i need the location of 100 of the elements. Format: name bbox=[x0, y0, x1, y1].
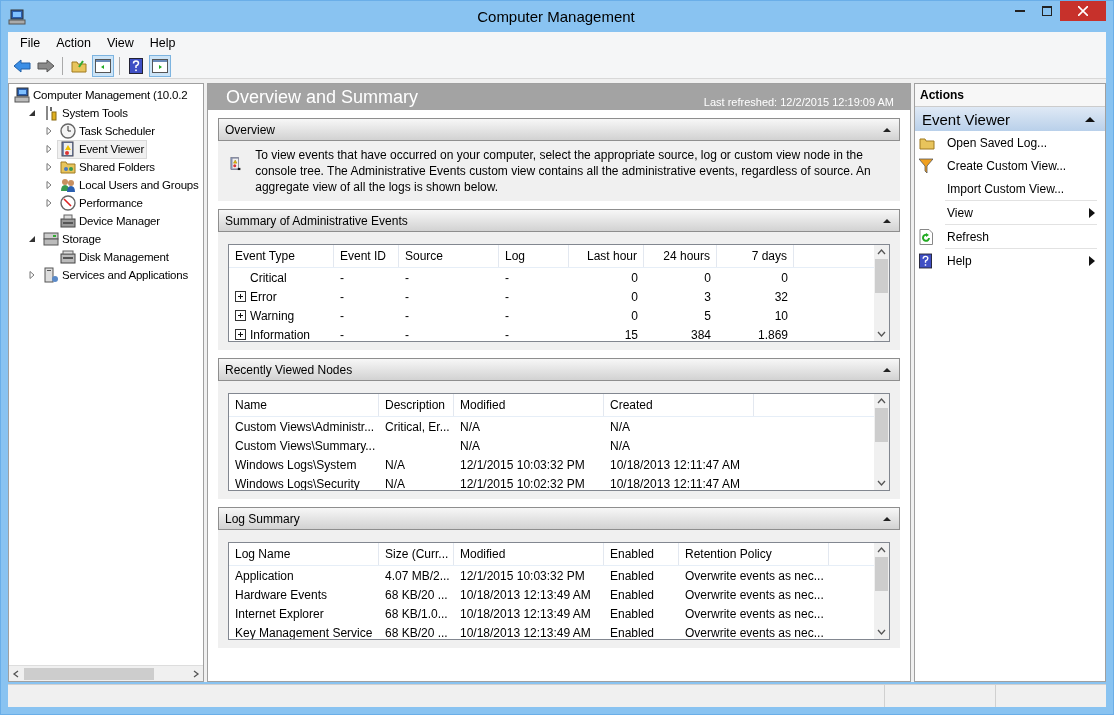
tree-item-label: Computer Management (10.0.2 bbox=[33, 89, 188, 101]
drive-icon bbox=[43, 231, 59, 247]
folder-icon bbox=[71, 58, 87, 73]
expand-plus-icon[interactable] bbox=[235, 310, 246, 321]
table-cell: 0 bbox=[781, 270, 788, 285]
section-header[interactable]: Log Summary bbox=[218, 507, 900, 530]
column-header[interactable]: Retention Policy bbox=[679, 543, 829, 565]
window-title: Computer Management bbox=[476, 8, 636, 25]
horizontal-scrollbar[interactable] bbox=[9, 665, 203, 681]
menu-item[interactable]: File bbox=[12, 35, 49, 50]
submenu-arrow-icon bbox=[1089, 255, 1095, 266]
column-header[interactable]: Size (Curr... bbox=[379, 543, 454, 565]
submenu-arrow-icon bbox=[1089, 207, 1095, 218]
tree-item[interactable]: Storage bbox=[40, 229, 104, 249]
vertical-scrollbar[interactable] bbox=[874, 394, 889, 490]
scroll-down-icon bbox=[877, 480, 886, 486]
back-arrow-icon bbox=[13, 58, 31, 73]
column-header[interactable]: Enabled bbox=[604, 543, 679, 565]
task-link[interactable]: Refresh bbox=[915, 225, 1105, 248]
last-refreshed-text: Last refreshed: 12/2/2015 12:19:09 AM bbox=[703, 96, 894, 110]
column-header[interactable]: 7 days bbox=[717, 245, 794, 267]
minimize-icon bbox=[1014, 10, 1025, 12]
expand-arrow-icon[interactable] bbox=[45, 199, 53, 207]
table-cell: Application bbox=[235, 568, 294, 583]
section-header[interactable]: Recently Viewed Nodes bbox=[218, 358, 900, 381]
column-header[interactable]: Log Name bbox=[229, 543, 379, 565]
vertical-scrollbar[interactable] bbox=[874, 245, 889, 341]
expand-arrow-icon[interactable] bbox=[45, 181, 53, 189]
tree-item-label: Services and Applications bbox=[62, 269, 189, 281]
action-group-header[interactable]: Event Viewer bbox=[915, 107, 1105, 131]
menu-item[interactable]: Help bbox=[141, 35, 184, 50]
task-link[interactable]: Import Custom View... bbox=[915, 177, 1105, 200]
expand-arrow-icon[interactable] bbox=[45, 127, 53, 135]
table-cell: Information bbox=[250, 327, 311, 341]
section-title: Overview bbox=[225, 122, 275, 137]
table-cell: - bbox=[505, 327, 509, 341]
table-cell: 0 bbox=[631, 270, 638, 285]
expand-arrow-icon[interactable] bbox=[28, 271, 36, 279]
expand-plus-icon[interactable] bbox=[235, 291, 246, 302]
column-header[interactable]: Modified bbox=[454, 543, 604, 565]
tree-item[interactable]: Task Scheduler bbox=[57, 121, 158, 141]
expand-arrow-icon[interactable] bbox=[45, 145, 53, 153]
column-header[interactable]: Event ID bbox=[334, 245, 399, 267]
menu-item[interactable]: View bbox=[98, 35, 142, 50]
table-cell: 10/18/2013 12:11:47 AM bbox=[610, 457, 740, 472]
table-cell: 32 bbox=[774, 289, 788, 304]
table-cell: - bbox=[505, 289, 509, 304]
tree-item[interactable]: Local Users and Groups bbox=[57, 175, 202, 195]
menu-item[interactable]: Action bbox=[48, 35, 99, 50]
show-hide-action-pane-button[interactable] bbox=[149, 54, 171, 77]
section-header[interactable]: Overview bbox=[218, 118, 900, 141]
tree-item[interactable]: System Tools bbox=[40, 103, 131, 123]
filter-icon bbox=[919, 157, 933, 174]
table-cell: Key Management Service bbox=[235, 625, 373, 639]
table-cell: Enabled bbox=[610, 568, 655, 583]
task-link[interactable]: Create Custom View... bbox=[915, 154, 1105, 177]
scroll-down-icon bbox=[877, 629, 886, 635]
vertical-scrollbar[interactable] bbox=[874, 543, 889, 639]
task-link[interactable]: Help bbox=[915, 249, 1105, 272]
tree-item[interactable]: Shared Folders bbox=[57, 157, 158, 177]
column-header[interactable]: 24 hours bbox=[644, 245, 717, 267]
column-header[interactable]: Last hour bbox=[569, 245, 644, 267]
column-header[interactable]: Modified bbox=[454, 394, 604, 416]
collapse-arrow-icon[interactable] bbox=[28, 235, 36, 243]
table-cell: 68 KB/20 ... bbox=[385, 625, 448, 639]
scroll-right-icon bbox=[192, 669, 200, 678]
tree-item[interactable]: Device Manager bbox=[57, 211, 163, 231]
expand-plus-icon[interactable] bbox=[235, 329, 246, 340]
scroll-up-icon bbox=[877, 398, 886, 404]
tree-item[interactable]: Event Viewer bbox=[57, 139, 148, 159]
table-cell: Overwrite events as nec... bbox=[685, 625, 824, 639]
section-header[interactable]: Summary of Administrative Events bbox=[218, 209, 900, 232]
tree-item[interactable]: Disk Management bbox=[57, 247, 172, 267]
maximize-icon bbox=[1041, 6, 1052, 16]
table-cell: 0 bbox=[631, 289, 638, 304]
computer-icon bbox=[8, 8, 26, 25]
tree-item[interactable]: Services and Applications bbox=[40, 265, 192, 285]
table-cell: 12/1/2015 10:02:32 PM bbox=[460, 476, 585, 490]
column-header[interactable]: Source bbox=[399, 245, 499, 267]
column-header[interactable]: Description bbox=[379, 394, 454, 416]
show-hide-tree-button[interactable] bbox=[92, 54, 114, 77]
tree-item[interactable]: Performance bbox=[57, 193, 146, 213]
tree-item-label: Shared Folders bbox=[79, 161, 155, 173]
column-header[interactable]: Log bbox=[499, 245, 569, 267]
table-cell: - bbox=[405, 308, 409, 323]
pane-icon bbox=[152, 58, 168, 73]
scroll-left-icon bbox=[12, 669, 20, 678]
table-cell: 68 KB/20 ... bbox=[385, 587, 448, 602]
column-header[interactable]: Event Type bbox=[229, 245, 334, 267]
task-link[interactable]: Open Saved Log... bbox=[915, 131, 1105, 154]
expand-arrow-icon[interactable] bbox=[45, 163, 53, 171]
tree-item-label: Local Users and Groups bbox=[79, 179, 199, 191]
close-button[interactable] bbox=[1060, 1, 1106, 21]
task-link[interactable]: View bbox=[915, 201, 1105, 224]
column-header[interactable]: Name bbox=[229, 394, 379, 416]
collapse-arrow-icon[interactable] bbox=[28, 109, 36, 117]
column-header[interactable]: Created bbox=[604, 394, 754, 416]
pane-title: Overview and Summary bbox=[226, 86, 419, 109]
server-icon bbox=[43, 267, 59, 283]
tree-item[interactable]: Computer Management (10.0.2 bbox=[11, 85, 191, 105]
